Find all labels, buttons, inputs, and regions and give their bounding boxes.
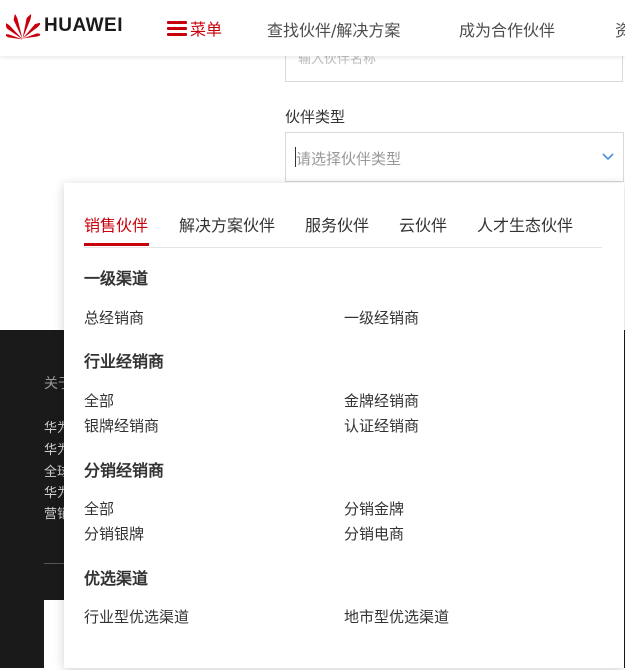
group-title-tier1: 一级渠道 <box>84 269 149 288</box>
partner-type-label: 伙伴类型 <box>285 108 346 126</box>
tab-solution-partner[interactable]: 解决方案伙伴 <box>179 212 275 236</box>
chevron-down-icon <box>602 153 614 161</box>
tab-service-partner[interactable]: 服务伙伴 <box>305 212 369 236</box>
partner-type-tabs: 销售伙伴 解决方案伙伴 服务伙伴 云伙伴 人才生态伙伴 <box>84 183 602 248</box>
option-distribution-gold[interactable]: 分销金牌 <box>344 498 404 519</box>
option-distribution-ecommerce[interactable]: 分销电商 <box>344 523 404 544</box>
tab-sales-partner[interactable]: 销售伙伴 <box>84 212 148 236</box>
option-tier1-distributor[interactable]: 一级经销商 <box>344 307 419 328</box>
option-silver-reseller[interactable]: 银牌经销商 <box>84 415 159 436</box>
option-distribution-silver[interactable]: 分销银牌 <box>84 523 144 544</box>
menu-button[interactable]: 菜单 <box>167 16 222 40</box>
nav-find-partner[interactable]: 查找伙伴/解决方案 <box>267 17 400 41</box>
option-certified-reseller[interactable]: 认证经销商 <box>344 415 419 436</box>
brand-name: HUAWEI <box>44 15 123 36</box>
site-header: HUAWEI 菜单 查找伙伴/解决方案 成为合作伙伴 资 <box>0 0 625 56</box>
nav-become-partner[interactable]: 成为合作伙伴 <box>459 17 555 41</box>
option-industry-all[interactable]: 全部 <box>84 390 114 411</box>
nav-resources[interactable]: 资 <box>615 17 625 41</box>
hamburger-icon <box>167 18 187 39</box>
huawei-flower-icon <box>6 14 40 40</box>
partner-type-dropdown: 销售伙伴 解决方案伙伴 服务伙伴 云伙伴 人才生态伙伴 一级渠道 总经销商 一级… <box>64 183 624 668</box>
partner-type-select[interactable]: 请选择伙伴类型 <box>285 132 624 182</box>
option-general-distributor[interactable]: 总经销商 <box>84 307 144 328</box>
option-industry-preferred[interactable]: 行业型优选渠道 <box>84 606 189 627</box>
group-title-industry: 行业经销商 <box>84 352 165 371</box>
option-gold-reseller[interactable]: 金牌经销商 <box>344 390 419 411</box>
huawei-logo[interactable]: HUAWEI <box>6 12 123 40</box>
option-city-preferred[interactable]: 地市型优选渠道 <box>344 606 449 627</box>
tab-cloud-partner[interactable]: 云伙伴 <box>399 212 447 236</box>
active-tab-indicator <box>84 243 149 246</box>
tab-talent-partner[interactable]: 人才生态伙伴 <box>477 212 573 236</box>
group-title-preferred: 优选渠道 <box>84 569 149 588</box>
partner-type-placeholder: 请选择伙伴类型 <box>296 150 402 168</box>
menu-label: 菜单 <box>190 20 223 39</box>
qr-code-image <box>44 600 66 670</box>
group-title-distribution: 分销经销商 <box>84 461 165 480</box>
option-distribution-all[interactable]: 全部 <box>84 498 114 519</box>
